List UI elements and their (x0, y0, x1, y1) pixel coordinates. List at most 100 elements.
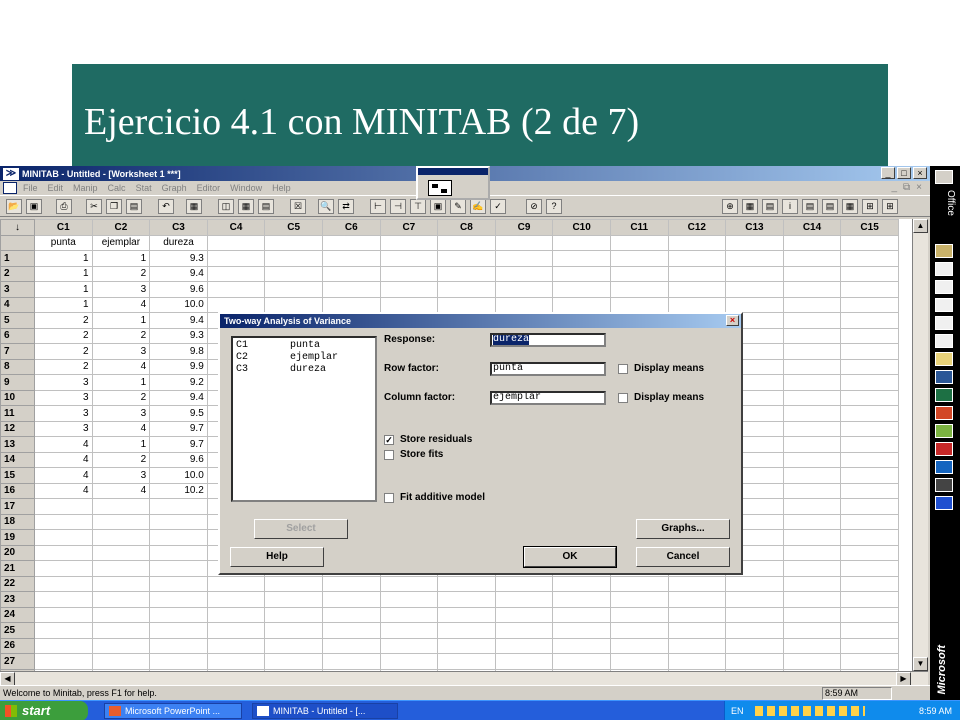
data-cell[interactable] (91, 622, 151, 639)
language-indicator[interactable]: EN (731, 706, 744, 716)
row-header[interactable]: 5 (0, 312, 35, 329)
data-cell[interactable] (206, 296, 266, 313)
column-header[interactable]: C1 (34, 219, 93, 236)
data-cell[interactable] (725, 637, 784, 654)
data-cell[interactable] (34, 637, 93, 654)
data-cell[interactable] (782, 498, 842, 515)
powerpoint-icon[interactable] (935, 406, 953, 420)
data-cell[interactable] (321, 250, 381, 267)
minitab-shortcut-icon[interactable] (935, 496, 953, 510)
data-cell[interactable] (494, 606, 554, 623)
data-cell[interactable] (667, 637, 727, 654)
data-cell[interactable] (782, 653, 842, 670)
data-cell[interactable] (782, 343, 842, 360)
data-cell[interactable]: 3 (91, 281, 151, 298)
display-means-row-checkbox[interactable]: Display means (618, 363, 704, 374)
dialog-close-icon[interactable]: × (726, 315, 739, 326)
column-name-cell[interactable] (321, 234, 381, 251)
data-cell[interactable] (609, 606, 669, 623)
cancel-button[interactable]: Cancel (636, 547, 730, 567)
data-cell[interactable] (321, 575, 381, 592)
data-cell[interactable]: 2 (91, 451, 151, 468)
worksheet-icon[interactable] (3, 182, 17, 194)
data-cell[interactable] (552, 622, 611, 639)
data-cell[interactable] (782, 420, 842, 437)
column-factor-field[interactable]: ejemplar (490, 391, 606, 405)
mdi-minimize-button[interactable]: _ (891, 182, 897, 193)
data-cell[interactable] (264, 653, 323, 670)
data-cell[interactable]: 1 (91, 374, 151, 391)
mail-icon[interactable] (935, 262, 953, 276)
data-cell[interactable] (782, 637, 842, 654)
menu-stat[interactable]: Stat (136, 183, 152, 193)
row-header[interactable]: 3 (0, 281, 35, 298)
minimize-button[interactable]: _ (881, 167, 895, 179)
task-icon[interactable] (935, 298, 953, 312)
data-cell[interactable] (264, 296, 323, 313)
row-header[interactable]: 21 (0, 560, 35, 577)
data-cell[interactable] (667, 296, 727, 313)
data-cell[interactable] (149, 575, 208, 592)
data-cell[interactable] (494, 296, 554, 313)
data-cell[interactable] (264, 606, 323, 623)
data-cell[interactable]: 3 (34, 405, 93, 422)
data-cell[interactable] (494, 653, 554, 670)
data-cell[interactable] (782, 312, 842, 329)
column-name-cell[interactable] (206, 234, 266, 251)
data-cell[interactable] (149, 513, 208, 530)
row-factor-field[interactable]: punta (490, 362, 606, 376)
data-cell[interactable] (840, 606, 899, 623)
data-cell[interactable] (321, 637, 381, 654)
data-cell[interactable]: 3 (34, 389, 93, 406)
data-cell[interactable]: 10.0 (149, 467, 208, 484)
data-cell[interactable] (206, 265, 266, 282)
data-cell[interactable]: 3 (91, 343, 151, 360)
data-cell[interactable] (840, 482, 899, 499)
pen-icon[interactable]: ✎ (450, 199, 466, 214)
brush-icon[interactable]: ✍ (470, 199, 486, 214)
row-header[interactable]: 20 (0, 544, 35, 561)
task-minitab[interactable]: MINITAB - Untitled - [... (252, 703, 398, 719)
column-name-cell[interactable] (609, 234, 669, 251)
data-cell[interactable] (149, 498, 208, 515)
data-cell[interactable] (91, 560, 151, 577)
data-cell[interactable] (437, 250, 496, 267)
data-cell[interactable] (782, 358, 842, 375)
data-cell[interactable] (840, 560, 899, 577)
mdi-close-button[interactable]: × (916, 182, 922, 193)
data-cell[interactable] (264, 591, 323, 608)
cancel-command-icon[interactable]: ⊘ (526, 199, 542, 214)
data-cell[interactable] (91, 544, 151, 561)
data-cell[interactable] (437, 653, 496, 670)
data-cell[interactable] (379, 575, 439, 592)
data-cell[interactable] (206, 591, 266, 608)
office-icon[interactable] (935, 170, 953, 184)
data-cell[interactable] (840, 312, 899, 329)
row-header[interactable]: 26 (0, 637, 35, 654)
data-cell[interactable] (34, 622, 93, 639)
data-cell[interactable] (667, 265, 727, 282)
data-cell[interactable]: 2 (34, 343, 93, 360)
row-header[interactable]: 9 (0, 374, 35, 391)
data-cell[interactable] (379, 265, 439, 282)
calendar-icon[interactable] (935, 280, 953, 294)
data-cell[interactable]: 9.7 (149, 436, 208, 453)
data-cell[interactable]: 9.6 (149, 451, 208, 468)
layout-icon[interactable]: ⊞ (882, 199, 898, 214)
data-cell[interactable] (725, 296, 784, 313)
data-cell[interactable] (494, 575, 554, 592)
data-cell[interactable] (34, 575, 93, 592)
browser-icon[interactable] (935, 460, 953, 474)
start-button[interactable]: start (0, 701, 88, 720)
variable-item[interactable]: C3 dureza (236, 364, 372, 376)
menu-graph[interactable]: Graph (162, 183, 187, 193)
data-cell[interactable]: 3 (91, 405, 151, 422)
data-cell[interactable] (782, 296, 842, 313)
data-cell[interactable] (609, 591, 669, 608)
data-cell[interactable] (609, 575, 669, 592)
sort-arrow-icon[interactable]: ↓ (0, 219, 35, 236)
related-docs-icon[interactable]: ▦ (842, 199, 858, 214)
data-cell[interactable] (149, 591, 208, 608)
data-cell[interactable] (321, 265, 381, 282)
data-cell[interactable] (840, 513, 899, 530)
